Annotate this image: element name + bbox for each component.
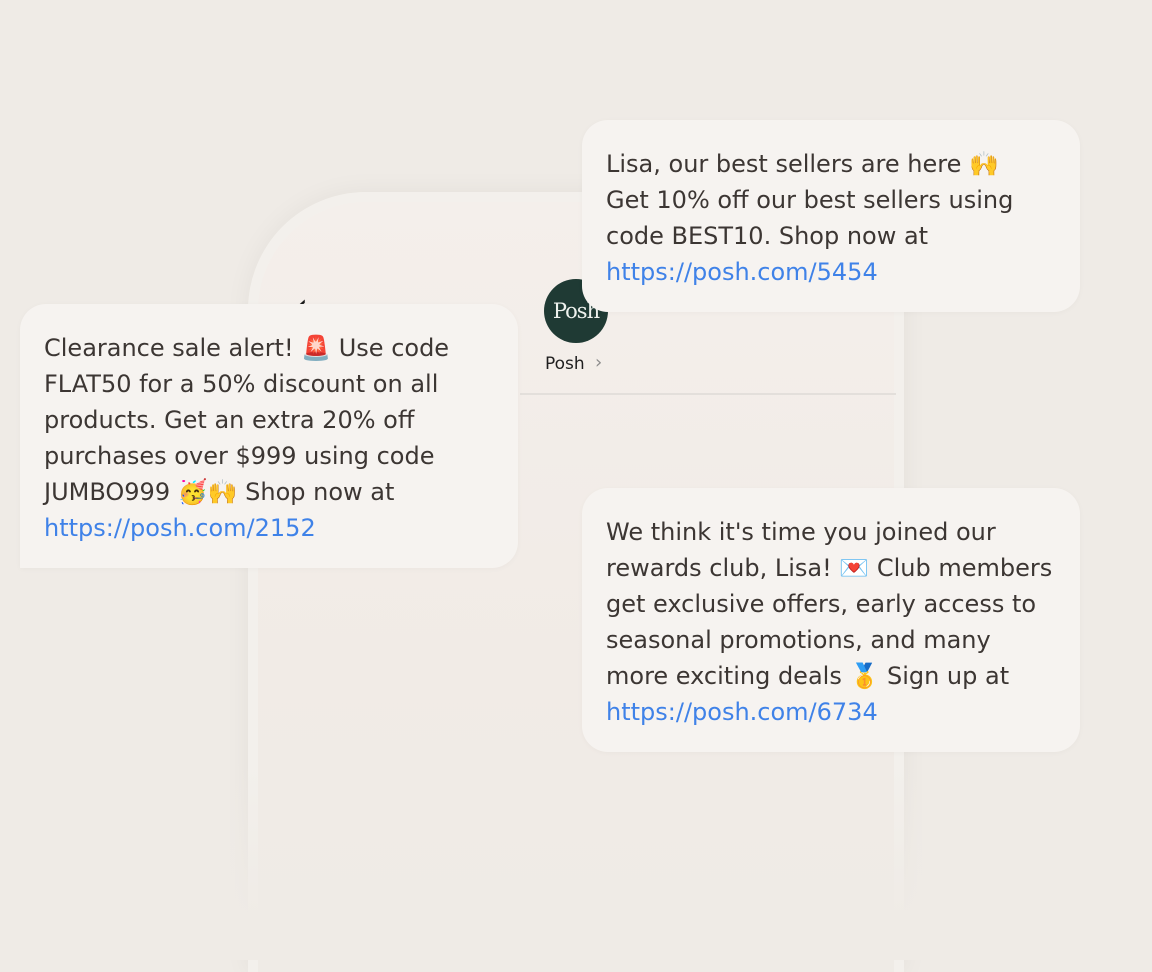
message-link[interactable]: https://posh.com/5454 [606,254,1056,290]
message-line: Clearance sale alert! 🚨 Use code [44,334,450,362]
message-line: seasonal promotions, and many [606,626,991,654]
message-line: Get 10% off our best sellers using [606,186,1014,214]
message-link[interactable]: https://posh.com/6734 [606,694,1056,730]
message-bubble-clearance: Clearance sale alert! 🚨 Use code FLAT50 … [20,304,518,568]
message-link[interactable]: https://posh.com/2152 [44,510,494,546]
message-line: rewards club, Lisa! 💌 Club members [606,554,1053,582]
chevron-right-icon[interactable]: › [595,352,602,373]
message-line: code BEST10. Shop now at [606,222,929,250]
message-line: We think it's time you joined our [606,518,996,546]
message-line: products. Get an extra 20% off [44,406,415,434]
message-line: JUMBO999 🥳🙌 Shop now at [44,478,395,506]
contact-name[interactable]: Posh [545,354,585,374]
message-line: Lisa, our best sellers are here 🙌 [606,150,999,178]
message-line: get exclusive offers, early access to [606,590,1037,618]
message-line: more exciting deals 🥇 Sign up at [606,662,1010,690]
message-bubble-rewards: We think it's time you joined our reward… [582,488,1080,752]
message-line: purchases over $999 using code [44,442,435,470]
message-line: FLAT50 for a 50% discount on all [44,370,439,398]
phone-fade [230,760,930,960]
message-bubble-best-sellers: Lisa, our best sellers are here 🙌 Get 10… [582,120,1080,312]
header-divider [520,393,896,395]
